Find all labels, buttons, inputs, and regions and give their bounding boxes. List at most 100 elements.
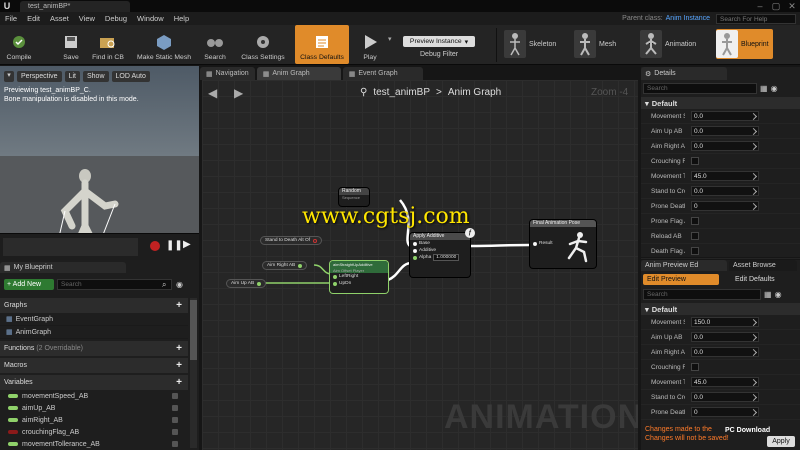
stand-to-death-node[interactable]: Stand to Death Alt Of xyxy=(260,236,323,245)
graphs-category[interactable]: Graphs + xyxy=(0,298,188,313)
property-number-field[interactable]: 0.0 xyxy=(691,332,759,342)
visibility-eye-icon[interactable] xyxy=(172,441,178,447)
viewport-options-icon[interactable]: ▾ xyxy=(4,71,14,82)
visibility-eye-icon[interactable] xyxy=(172,417,178,423)
menu-debug[interactable]: Debug xyxy=(100,14,132,23)
grid-view-icon[interactable]: ▦ xyxy=(760,84,768,93)
document-tab[interactable]: test_animBP* xyxy=(20,0,130,12)
visibility-eye-icon[interactable]: ◉ xyxy=(176,280,183,289)
apply-additive-node[interactable]: Apply Additive Base Additive Alpha 1.0000… xyxy=(410,228,475,277)
aim-right-node[interactable]: Aim Right AB xyxy=(262,261,308,270)
menu-asset[interactable]: Asset xyxy=(45,14,74,23)
add-macro-icon[interactable]: + xyxy=(176,360,182,371)
visibility-eye-icon[interactable] xyxy=(172,405,178,411)
preview-search-input[interactable]: Search xyxy=(643,289,761,300)
details-default-section[interactable]: ▾ Default xyxy=(641,97,800,109)
tab-event-graph[interactable]: ▦ Event Graph xyxy=(342,67,423,80)
variables-category[interactable]: Variables + xyxy=(0,375,188,390)
aim-up-node[interactable]: Aim Up AB xyxy=(226,279,267,288)
menu-edit[interactable]: Edit xyxy=(22,14,45,23)
preview-default-section[interactable]: ▾ Default xyxy=(641,303,800,315)
alpha-input[interactable]: 1.000000 xyxy=(433,254,460,261)
play-forward-icon[interactable]: ▶ xyxy=(183,239,191,250)
graph-item-eventgraph[interactable]: ▦ EventGraph xyxy=(0,313,188,326)
class-settings-button[interactable]: Class Settings xyxy=(236,25,290,64)
parent-class-link[interactable]: Anim Instance xyxy=(666,15,710,22)
variable-item[interactable]: aimUp_AB xyxy=(0,402,188,414)
edit-preview-button[interactable]: Edit Preview xyxy=(643,274,719,285)
variable-item[interactable]: aimRight_AB xyxy=(0,414,188,426)
visibility-eye-icon[interactable]: ◉ xyxy=(771,84,778,93)
find-in-cb-button[interactable]: Find in CB xyxy=(88,25,128,64)
show-button[interactable]: Show xyxy=(82,71,109,82)
property-number-field[interactable]: 0 xyxy=(691,201,759,211)
preview-instance-select[interactable]: Preview Instance ▾ xyxy=(403,36,475,47)
compile-button[interactable]: Compile xyxy=(2,25,36,64)
lod-auto-button[interactable]: LOD Auto xyxy=(111,71,150,82)
macros-category[interactable]: Macros + xyxy=(0,358,188,373)
variable-item[interactable]: movementSpeed_AB xyxy=(0,390,188,402)
tab-anim-graph[interactable]: ▦ Anim Graph xyxy=(256,67,341,80)
mode-skeleton-button[interactable]: Skeleton xyxy=(504,29,556,59)
menu-window[interactable]: Window xyxy=(132,14,169,23)
make-static-mesh-button[interactable]: Make Static Mesh xyxy=(132,25,196,64)
pause-icon[interactable]: ❚❚ xyxy=(166,240,183,251)
property-number-field[interactable]: 0.0 xyxy=(691,111,759,121)
lit-button[interactable]: Lit xyxy=(64,71,80,82)
property-number-field[interactable]: 0 xyxy=(691,407,759,417)
property-number-field[interactable]: 45.0 xyxy=(691,377,759,387)
property-checkbox[interactable] xyxy=(691,217,699,225)
menu-file[interactable]: File xyxy=(0,14,22,23)
menu-help[interactable]: Help xyxy=(169,14,194,23)
apply-button[interactable]: Apply xyxy=(767,436,795,447)
pin-additive[interactable]: Additive xyxy=(410,247,470,254)
pin-leftright[interactable]: LeftRight xyxy=(330,273,388,280)
variable-item[interactable]: movementTollerance_AB xyxy=(0,438,188,450)
grid-view-icon[interactable]: ▦ xyxy=(764,290,772,299)
property-number-field[interactable]: 150.0 xyxy=(691,317,759,327)
add-function-icon[interactable]: + xyxy=(176,343,182,354)
property-checkbox[interactable] xyxy=(691,363,699,371)
details-search-input[interactable]: Search xyxy=(643,83,757,94)
property-checkbox[interactable] xyxy=(691,232,699,240)
property-checkbox[interactable] xyxy=(691,247,699,255)
details-tab[interactable]: ⚙ Details xyxy=(641,67,727,80)
add-variable-icon[interactable]: + xyxy=(176,377,182,388)
minimize-icon[interactable]: – xyxy=(752,0,768,12)
aim-offset-node[interactable]: aimStraightUpAdditive Aim Offset Player … xyxy=(330,261,388,293)
property-checkbox[interactable] xyxy=(691,157,699,165)
final-animation-pose-node[interactable]: Final Animation Pose Result xyxy=(530,220,596,268)
my-blueprint-tab[interactable]: ▦ My Blueprint xyxy=(0,262,126,273)
scroll-thumb[interactable] xyxy=(190,300,197,360)
add-new-button[interactable]: + Add New xyxy=(4,279,54,290)
maximize-icon[interactable]: ▢ xyxy=(768,0,784,12)
pin-alpha[interactable]: Alpha 1.000000 xyxy=(410,254,470,261)
visibility-eye-icon[interactable]: ◉ xyxy=(775,290,782,299)
close-icon[interactable]: ✕ xyxy=(784,0,800,12)
tab-anim-preview-editor[interactable]: Anim Preview Ed xyxy=(641,260,727,271)
mode-blueprint-button[interactable]: Blueprint xyxy=(716,29,773,59)
play-button[interactable]: Play xyxy=(355,25,385,64)
visibility-eye-icon[interactable] xyxy=(172,393,178,399)
menu-view[interactable]: View xyxy=(74,14,100,23)
graph-item-animgraph[interactable]: ▦ AnimGraph xyxy=(0,326,188,339)
blueprint-search-input[interactable]: Search xyxy=(57,279,172,290)
visibility-eye-icon[interactable] xyxy=(172,429,178,435)
property-number-field[interactable]: 45.0 xyxy=(691,171,759,181)
mode-animation-button[interactable]: Animation xyxy=(640,29,696,59)
variable-item[interactable]: crouchingFlag_AB xyxy=(0,426,188,438)
perspective-button[interactable]: Perspective xyxy=(17,71,62,82)
property-number-field[interactable]: 0.0 xyxy=(691,126,759,136)
edit-defaults-button[interactable]: Edit Defaults xyxy=(723,274,793,285)
preview-viewport[interactable]: ▾ Perspective Lit Show LOD Auto Previewi… xyxy=(0,66,199,260)
tree-scrollbar[interactable] xyxy=(190,298,197,448)
tab-asset-browser[interactable]: Asset Browse xyxy=(729,260,797,271)
add-graph-icon[interactable]: + xyxy=(176,300,182,311)
property-number-field[interactable]: 0.0 xyxy=(691,392,759,402)
pin-updn[interactable]: UpDn xyxy=(330,280,388,287)
tab-navigation[interactable]: ▦ Navigation xyxy=(200,67,255,80)
pin-base[interactable]: Base xyxy=(410,240,470,247)
record-icon[interactable] xyxy=(150,241,160,251)
anim-graph-canvas[interactable]: ◀ ▶ ⚲ test_animBP > Anim Graph Zoom -4 R… xyxy=(202,80,638,450)
help-search-input[interactable]: Search For Help xyxy=(716,13,796,24)
